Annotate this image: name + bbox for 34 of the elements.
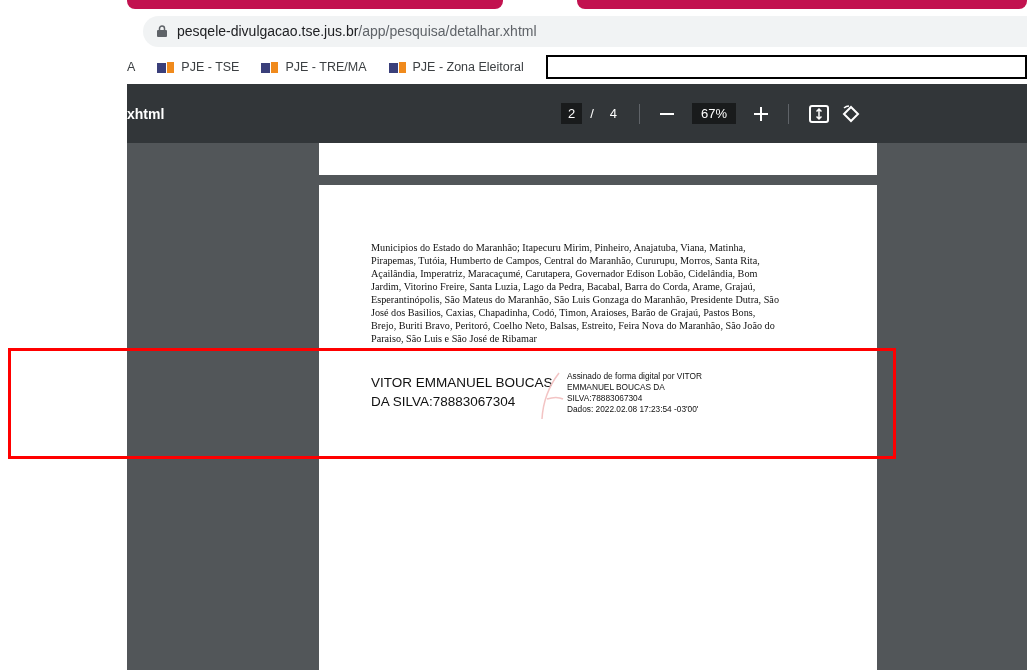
signature-detail: Assinado de forma digital por VITOR: [567, 371, 702, 382]
bookmark-link[interactable]: PJE - TRE/MA: [261, 60, 367, 74]
rotate-icon: [841, 103, 862, 124]
signature-detail: Dados: 2022.02.08 17:23:54 -03'00': [567, 404, 700, 415]
paragraph-line: Municipios do Estado do Maranhão; Itapecuru Mirim, Pinheiro, Anajatuba, Viana, Matinha,: [371, 241, 747, 254]
address-bar[interactable]: pesqele-divulgacao.tse.jus.br/app/pesquisa/detalhar.xhtml: [143, 15, 1027, 47]
paragraph-line: Paraiso, São Luis e São José de Ribamar: [371, 332, 538, 345]
fit-page-button[interactable]: [809, 104, 830, 123]
lock-icon: [157, 25, 167, 37]
zoom-in-button[interactable]: [754, 106, 769, 121]
paragraph-line: Pirapemas, Tutóia, Humberto de Campos, Central do Maranhão, Cururupu, Morros, Santa Rita,: [371, 254, 761, 267]
page-number-field[interactable]: 2: [561, 103, 583, 124]
fit-page-icon: [809, 104, 830, 123]
bookmark-link[interactable]: PJE - TSE: [157, 60, 240, 74]
document-title: xhtml: [127, 105, 166, 122]
bookmark-link[interactable]: A: [127, 60, 136, 74]
signature-detail: SILVA:78883067304: [567, 393, 644, 404]
signer-name: DA SILVA:78883067304: [371, 393, 517, 411]
page-separator: /: [590, 106, 594, 121]
paragraph-line: Açailândia, Imperatriz, Maracaçumé, Carutapera, Governador Edison Lobão, Cidelândia, Bom: [371, 267, 759, 280]
paragraph-line: Brejo, Buriti Bravo, Peritoró, Coelho Neto, Balsas, Estreito, Feira Nova do Maranhão, São João do: [371, 319, 776, 332]
page-count: 4: [609, 106, 618, 121]
paragraph-line: Jardim, Vitorino Freire, Santa Luzia, Lago da Pedra, Bacabal, Barra do Corda, Arame, Grajaú,: [371, 280, 757, 293]
zoom-out-button[interactable]: [660, 112, 675, 115]
plus-icon: [754, 106, 769, 121]
url-text: pesqele-divulgacao.tse.jus.br/app/pesquisa/detalhar.xhtml: [177, 23, 537, 39]
signer-name: VITOR EMMANUEL BOUCAS: [371, 374, 554, 392]
rotate-button[interactable]: [841, 103, 862, 124]
minus-icon: [660, 112, 675, 115]
paragraph-line: José dos Basilios, Caxias, Chapadinha, Codó, Timon, Araioses, Barão de Grajaú, Pastos Bons,: [371, 306, 757, 319]
zoom-field[interactable]: 67%: [692, 103, 737, 124]
paragraph-line: Esperantinópolis, São Mateus do Maranhão, São Luis Gonzaga do Maranhão, Presidente Dutra, São: [371, 293, 780, 306]
signature-detail: EMMANUEL BOUCAS DA: [567, 382, 666, 393]
bookmark-link[interactable]: PJE - Zona Eleitoral: [388, 60, 524, 74]
